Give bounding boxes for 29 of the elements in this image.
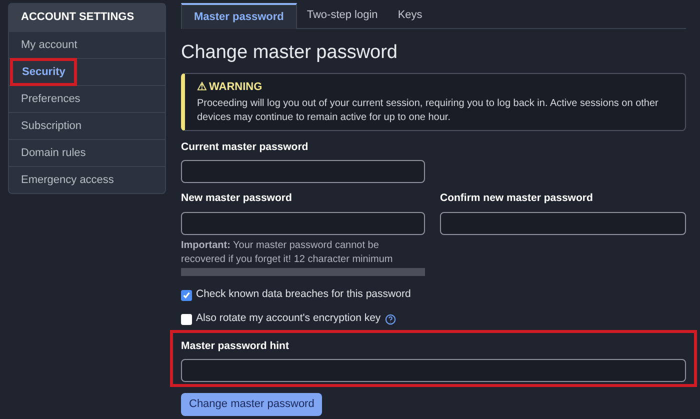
page-title: Change master password xyxy=(181,41,398,65)
help-icon[interactable] xyxy=(384,314,396,324)
sidebar-item-label[interactable]: My account xyxy=(9,36,90,54)
tab[interactable]: Keys xyxy=(388,3,432,28)
warning-heading: WARNING xyxy=(209,80,262,95)
field-label: Current master password xyxy=(181,140,310,154)
sidebar-item-label[interactable]: Preferences xyxy=(9,90,92,108)
field-label: Confirm new master password xyxy=(440,191,594,206)
sidebar-item-label[interactable]: Security xyxy=(10,58,78,86)
field-label: New master password xyxy=(181,191,293,206)
warning-icon: ⚠ xyxy=(197,79,207,96)
checkbox[interactable] xyxy=(181,290,192,300)
checkbox-label: Check known data breaches for this password xyxy=(196,287,411,302)
field-label: Master password hint xyxy=(181,339,290,354)
checkbox-label: Also rotate my account's encryption key xyxy=(196,311,381,326)
sidebar-heading: ACCOUNT SETTINGS xyxy=(9,4,165,31)
tab[interactable]: Two-step login xyxy=(296,3,388,28)
sidebar-item-label[interactable]: Subscription xyxy=(9,118,94,134)
submit-button[interactable]: Change master password xyxy=(181,392,322,416)
sidebar-item-label[interactable]: Emergency access xyxy=(9,172,126,188)
password-note: Important: Your master password cannot be recovered if you forget it! 12 character minimum xyxy=(181,239,394,267)
warning-text: Proceeding will log you out of your current session, requiring you to log back in. Active sessions on other devices may continue to remain active for up to one hour. xyxy=(197,96,660,124)
password-field[interactable] xyxy=(181,212,425,234)
password-field[interactable] xyxy=(440,212,686,234)
hint-field[interactable] xyxy=(181,359,686,382)
sidebar-item-label[interactable]: Domain rules xyxy=(9,144,98,162)
tab[interactable]: Master password xyxy=(181,3,297,29)
checkbox[interactable] xyxy=(181,314,192,324)
password-field[interactable] xyxy=(181,160,425,183)
